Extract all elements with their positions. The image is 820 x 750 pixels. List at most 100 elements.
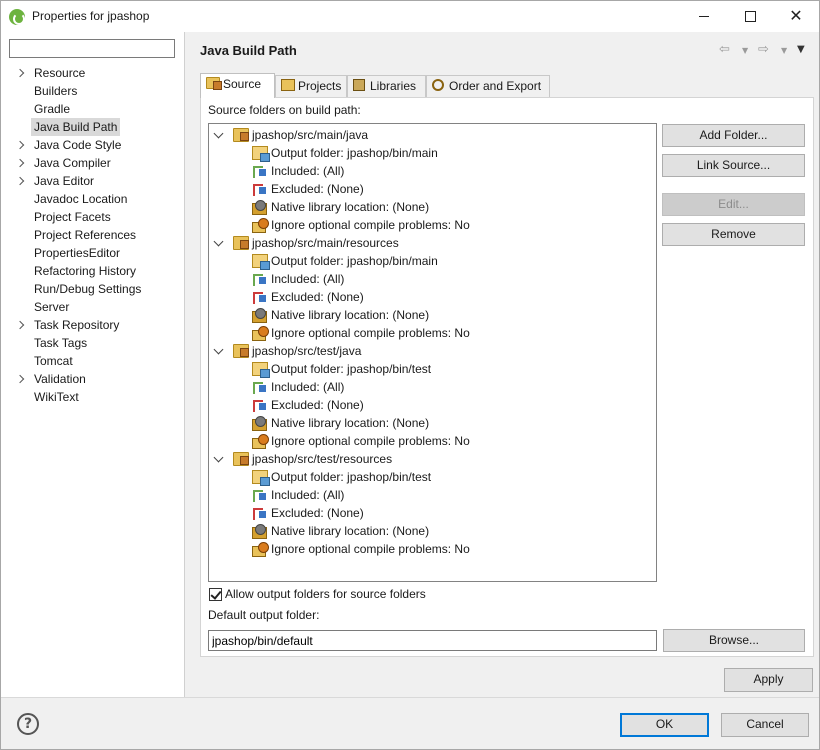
source-folder-icon	[233, 236, 249, 250]
footer-divider	[1, 697, 819, 698]
nav-item[interactable]: Java Build Path	[15, 118, 183, 136]
expand-chevron-icon[interactable]	[15, 316, 27, 334]
nav-item[interactable]: Javadoc Location	[15, 190, 183, 208]
source-attribute-text: Included: (All)	[271, 164, 345, 178]
nav-indent	[15, 298, 27, 316]
nav-indent	[15, 190, 27, 208]
allow-output-folders-label[interactable]: Allow output folders for source folders	[225, 587, 426, 601]
expand-chevron-icon[interactable]	[15, 64, 27, 82]
collapse-chevron-icon[interactable]	[213, 128, 224, 139]
nav-item-label: PropertiesEditor	[34, 246, 121, 260]
minimize-button[interactable]	[681, 1, 727, 32]
inclusion-filter-icon	[252, 164, 268, 178]
nav-item-label: Tomcat	[34, 354, 73, 368]
link-source-button[interactable]: Link Source...	[662, 154, 805, 177]
source-folder-icon	[233, 344, 249, 358]
nav-item-label: Refactoring History	[34, 264, 137, 278]
nav-indent	[15, 280, 27, 298]
expand-chevron-icon[interactable]	[15, 370, 27, 388]
source-folder-icon	[233, 452, 249, 466]
collapse-chevron-icon[interactable]	[213, 236, 224, 247]
ignore-problems-icon	[252, 218, 269, 233]
nav-item[interactable]: Task Tags	[15, 334, 183, 352]
expand-chevron-icon[interactable]	[15, 172, 27, 190]
collapse-chevron-icon[interactable]	[213, 452, 224, 463]
nav-item-label: Server	[34, 300, 70, 314]
ignore-problems-icon	[252, 542, 269, 557]
filter-input[interactable]	[9, 39, 175, 58]
collapse-chevron-icon[interactable]	[213, 344, 224, 355]
properties-dialog: Properties for jpashop ✕ Resource Builder…	[0, 0, 820, 750]
tab-source[interactable]: Source	[200, 73, 275, 98]
apply-button[interactable]: Apply	[724, 668, 813, 692]
libraries-icon	[353, 79, 365, 91]
nav-item-label: Project Facets	[34, 210, 111, 224]
tab-projects[interactable]: Projects	[275, 75, 347, 97]
expand-chevron-icon[interactable]	[15, 136, 27, 154]
source-attribute-text: Native library location: (None)	[271, 524, 430, 538]
back-arrow-icon[interactable]: ⇦	[719, 42, 730, 57]
source-folder-name: jpashop/src/test/java	[252, 344, 362, 358]
nav-indent	[15, 352, 27, 370]
browse-button[interactable]: Browse...	[663, 629, 805, 652]
source-folder-name: jpashop/src/main/resources	[252, 236, 399, 250]
tab-order-and-export[interactable]: Order and Export	[426, 75, 550, 97]
property-pages-nav: Resource Builders Gradle Java Build Path Jav…	[1, 32, 185, 697]
nav-item[interactable]: WikiText	[15, 388, 183, 406]
nav-item[interactable]: Java Code Style	[15, 136, 183, 154]
source-folder-name: jpashop/src/test/resources	[252, 452, 393, 466]
edit-button[interactable]: Edit...	[662, 193, 805, 216]
native-library-icon	[252, 416, 268, 431]
output-folder-icon	[252, 254, 270, 270]
view-menu-icon[interactable]: ▼	[797, 44, 805, 55]
source-folder-icon	[206, 77, 222, 90]
native-library-icon	[252, 308, 268, 323]
help-icon[interactable]: ?	[17, 713, 39, 735]
default-output-folder-input[interactable]	[208, 630, 657, 651]
output-folder-icon	[252, 470, 270, 486]
nav-item[interactable]: Project References	[15, 226, 183, 244]
close-button[interactable]: ✕	[773, 1, 819, 32]
maximize-button[interactable]	[727, 1, 773, 32]
nav-item[interactable]: Java Compiler	[15, 154, 183, 172]
source-attribute-text: Ignore optional compile problems: No	[271, 434, 470, 448]
nav-item[interactable]: PropertiesEditor	[15, 244, 183, 262]
nav-item[interactable]: Resource	[15, 64, 183, 82]
expand-chevron-icon[interactable]	[15, 154, 27, 172]
nav-item[interactable]: Refactoring History	[15, 262, 183, 280]
tab-projects-label: Projects	[298, 79, 342, 93]
nav-item[interactable]: Gradle	[15, 100, 183, 118]
tab-source-label: Source	[223, 77, 262, 91]
nav-indent	[15, 82, 27, 100]
forward-arrow-icon[interactable]: ⇨	[758, 42, 769, 57]
nav-item-label: Task Tags	[34, 336, 88, 350]
nav-indent	[15, 118, 27, 136]
nav-item[interactable]: Run/Debug Settings	[15, 280, 183, 298]
allow-output-folders-checkbox[interactable]	[209, 588, 222, 601]
nav-item[interactable]: Project Facets	[15, 208, 183, 226]
nav-item-label: Resource	[34, 66, 86, 80]
nav-item[interactable]: Tomcat	[15, 352, 183, 370]
tab-libraries[interactable]: Libraries	[347, 75, 426, 97]
nav-item[interactable]: Server	[15, 298, 183, 316]
back-dropdown-icon[interactable]: ▼	[742, 46, 748, 55]
nav-item-label: Java Editor	[34, 174, 95, 188]
forward-dropdown-icon[interactable]: ▼	[781, 46, 787, 55]
source-attribute-text: Ignore optional compile problems: No	[271, 326, 470, 340]
ok-button[interactable]: OK	[620, 713, 709, 737]
nav-item[interactable]: Builders	[15, 82, 183, 100]
source-attribute-text: Included: (All)	[271, 272, 345, 286]
nav-item[interactable]: Java Editor	[15, 172, 183, 190]
nav-item-label: Java Code Style	[34, 138, 122, 152]
nav-item[interactable]: Validation	[15, 370, 183, 388]
native-library-icon	[252, 524, 268, 539]
nav-indent	[15, 262, 27, 280]
source-folders-tree[interactable]: jpashop/src/main/java Output folder: jpas…	[208, 123, 657, 582]
window-title: Properties for jpashop	[32, 9, 150, 23]
add-folder-button[interactable]: Add Folder...	[662, 124, 805, 147]
source-attribute-text: Output folder: jpashop/bin/test	[271, 362, 432, 376]
remove-button[interactable]: Remove	[662, 223, 805, 246]
cancel-button[interactable]: Cancel	[721, 713, 809, 737]
nav-item[interactable]: Task Repository	[15, 316, 183, 334]
spring-app-icon	[9, 9, 25, 25]
